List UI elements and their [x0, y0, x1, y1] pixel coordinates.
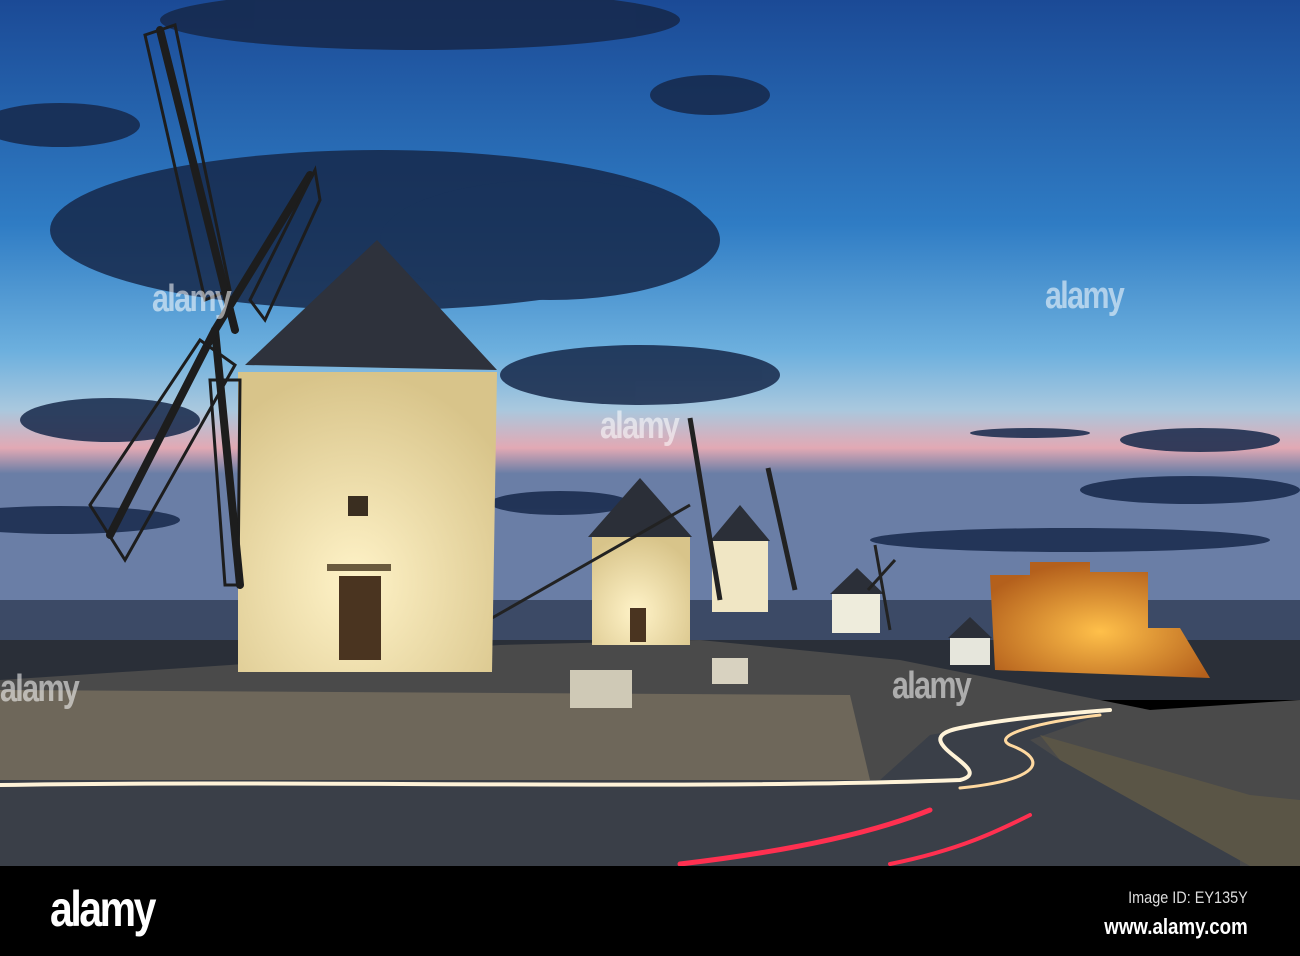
website-link[interactable]: www.alamy.com — [1105, 914, 1248, 940]
watermark: alamy — [892, 665, 972, 707]
watermark: alamy — [152, 278, 232, 320]
footer-bar: alamy Image ID: EY135Y www.alamy.com — [0, 866, 1300, 956]
watermark: alamy — [600, 405, 680, 447]
watermark: alamy — [0, 668, 80, 710]
stock-photo-page: alamy alamy alamy alamy alamy alamy Imag… — [0, 0, 1300, 956]
image-id: Image ID: EY135Y — [1128, 888, 1248, 907]
watermark: alamy — [1045, 275, 1125, 317]
brand-logo[interactable]: alamy — [50, 880, 156, 938]
